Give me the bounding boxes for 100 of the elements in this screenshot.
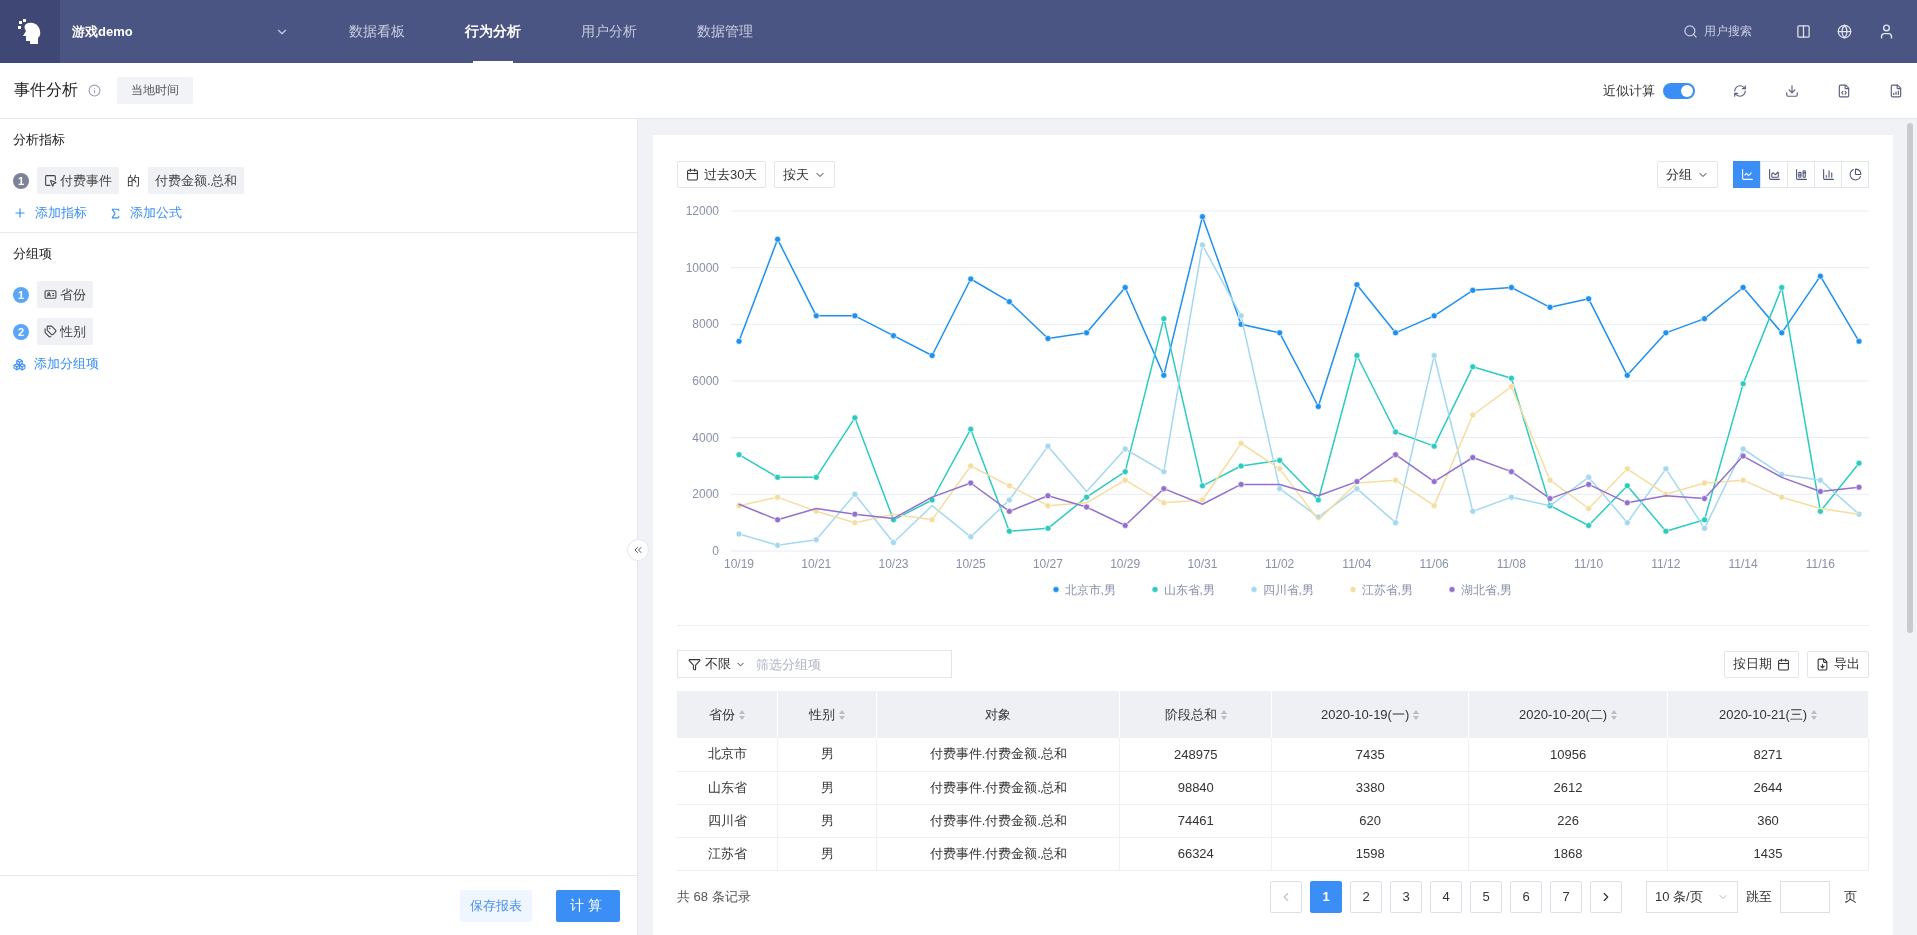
collapse-button[interactable] (627, 539, 649, 561)
data-point (1546, 476, 1554, 484)
data-point (1585, 505, 1592, 512)
data-point (928, 516, 936, 524)
nav-tab[interactable]: 行为分析 (435, 0, 551, 63)
nav-tab[interactable]: 数据看板 (319, 0, 435, 63)
data-point (812, 536, 820, 543)
data-point (1662, 491, 1670, 498)
axis-label: 10/25 (955, 557, 986, 571)
download-icon[interactable] (1785, 83, 1799, 98)
event-chip[interactable]: 付费事件 (37, 167, 119, 194)
pie-chart-icon (1848, 168, 1862, 181)
data-point (1662, 329, 1670, 337)
page-button[interactable]: 3 (1390, 880, 1422, 913)
legend-label: 北京市,男 (1064, 583, 1116, 597)
sort-icon[interactable] (1220, 710, 1227, 721)
data-point (1508, 468, 1515, 475)
legend-label: 四川省,男 (1262, 583, 1314, 597)
column-header[interactable]: 2020-10-19(一) (1271, 691, 1469, 738)
table-cell: 男 (777, 738, 877, 771)
axis-label: 10/27 (1032, 557, 1063, 571)
data-point (1121, 445, 1129, 453)
data-point (1199, 241, 1206, 249)
search-icon[interactable] (1683, 24, 1698, 39)
data-point (967, 275, 974, 283)
data-point (1469, 411, 1477, 419)
group-chip[interactable]: 性别 (37, 318, 93, 345)
legend-label: 江苏省,男 (1361, 583, 1413, 597)
data-point (1430, 442, 1438, 450)
toggle-switch[interactable] (1663, 82, 1695, 99)
data-point (812, 312, 820, 320)
time-tag: 当地时间 (117, 77, 193, 104)
data-point (1160, 485, 1168, 492)
page-button[interactable]: 4 (1430, 880, 1462, 913)
group-select[interactable]: 分组 (1657, 161, 1718, 188)
page-size-select[interactable]: 10 条/页 (1646, 880, 1738, 913)
sort-icon[interactable] (1611, 710, 1618, 721)
page-title: 事件分析 (14, 80, 78, 100)
data-point (1160, 468, 1168, 475)
refresh-icon[interactable] (1733, 83, 1747, 98)
info-icon[interactable] (88, 84, 101, 97)
data-point (1199, 213, 1206, 220)
column-header[interactable]: 对象 (876, 691, 1120, 738)
data-point (967, 462, 974, 470)
chart-type-button[interactable] (1733, 161, 1761, 188)
data-point (1160, 315, 1168, 322)
data-point (1778, 284, 1786, 291)
property-chip[interactable]: 付费金额.总和 (148, 167, 244, 194)
scrollbar[interactable] (1907, 123, 1913, 633)
nav-tab[interactable]: 数据管理 (667, 0, 783, 63)
search-field[interactable]: 用户搜索 (1704, 23, 1752, 40)
data-point (1044, 442, 1052, 450)
data-point (1430, 352, 1438, 359)
axis-label: 11/14 (1728, 557, 1758, 571)
data-point (1624, 465, 1631, 473)
table-cell: 98840 (1119, 771, 1272, 804)
export-button[interactable]: 导出 (1807, 650, 1869, 678)
pointer-icon (44, 174, 57, 187)
sort-icon[interactable] (1413, 710, 1420, 721)
column-header[interactable]: 省份 (677, 691, 778, 738)
column-header[interactable]: 性别 (777, 691, 877, 738)
group-chip[interactable]: 省份 (37, 281, 93, 308)
page-button[interactable]: 2 (1350, 880, 1382, 913)
data-point (890, 516, 897, 524)
sort-icon[interactable] (839, 710, 846, 721)
axis-label: 2000 (692, 487, 719, 502)
record-count: 共 68 条记录 (677, 887, 751, 906)
data-point (890, 332, 897, 339)
table-cell: 620 (1271, 804, 1469, 837)
column-header[interactable]: 2020-10-21(三) (1667, 691, 1869, 738)
sigma-icon (109, 206, 122, 220)
data-point (1508, 493, 1515, 501)
data-point (1044, 492, 1052, 500)
legend-label: 湖北省,男 (1460, 583, 1512, 597)
data-point (1430, 478, 1438, 485)
granularity-select[interactable]: 按天 (774, 161, 836, 188)
page-button[interactable]: 6 (1510, 880, 1542, 913)
page-button[interactable]: 5 (1470, 880, 1502, 913)
column-chart-icon (1821, 168, 1835, 181)
sort-icon[interactable] (1811, 710, 1818, 721)
nav-tab[interactable]: 用户分析 (551, 0, 667, 63)
globe-icon[interactable] (1837, 24, 1852, 39)
code-file-icon[interactable] (1837, 83, 1851, 98)
column-header[interactable]: 2020-10-20(二) (1468, 691, 1668, 738)
sort-icon[interactable] (739, 710, 746, 721)
by-date-button[interactable]: 按日期 (1724, 650, 1799, 678)
add-link[interactable]: 添加公式 (109, 204, 182, 222)
column-header[interactable]: 阶段总和 (1119, 691, 1272, 738)
data-point (1006, 527, 1013, 535)
data-point (1778, 471, 1786, 478)
page-button[interactable]: 7 (1550, 880, 1582, 913)
page-input[interactable] (1780, 880, 1830, 913)
data-point (812, 508, 820, 515)
data-point (774, 236, 781, 243)
user-icon[interactable] (1878, 23, 1895, 40)
date-range-button[interactable]: 过去30天 (677, 161, 767, 188)
chart-file-icon[interactable] (1889, 83, 1903, 98)
project-name: 游戏demo (71, 22, 134, 41)
book-icon[interactable] (1796, 24, 1811, 39)
table-cell: 男 (777, 771, 877, 804)
